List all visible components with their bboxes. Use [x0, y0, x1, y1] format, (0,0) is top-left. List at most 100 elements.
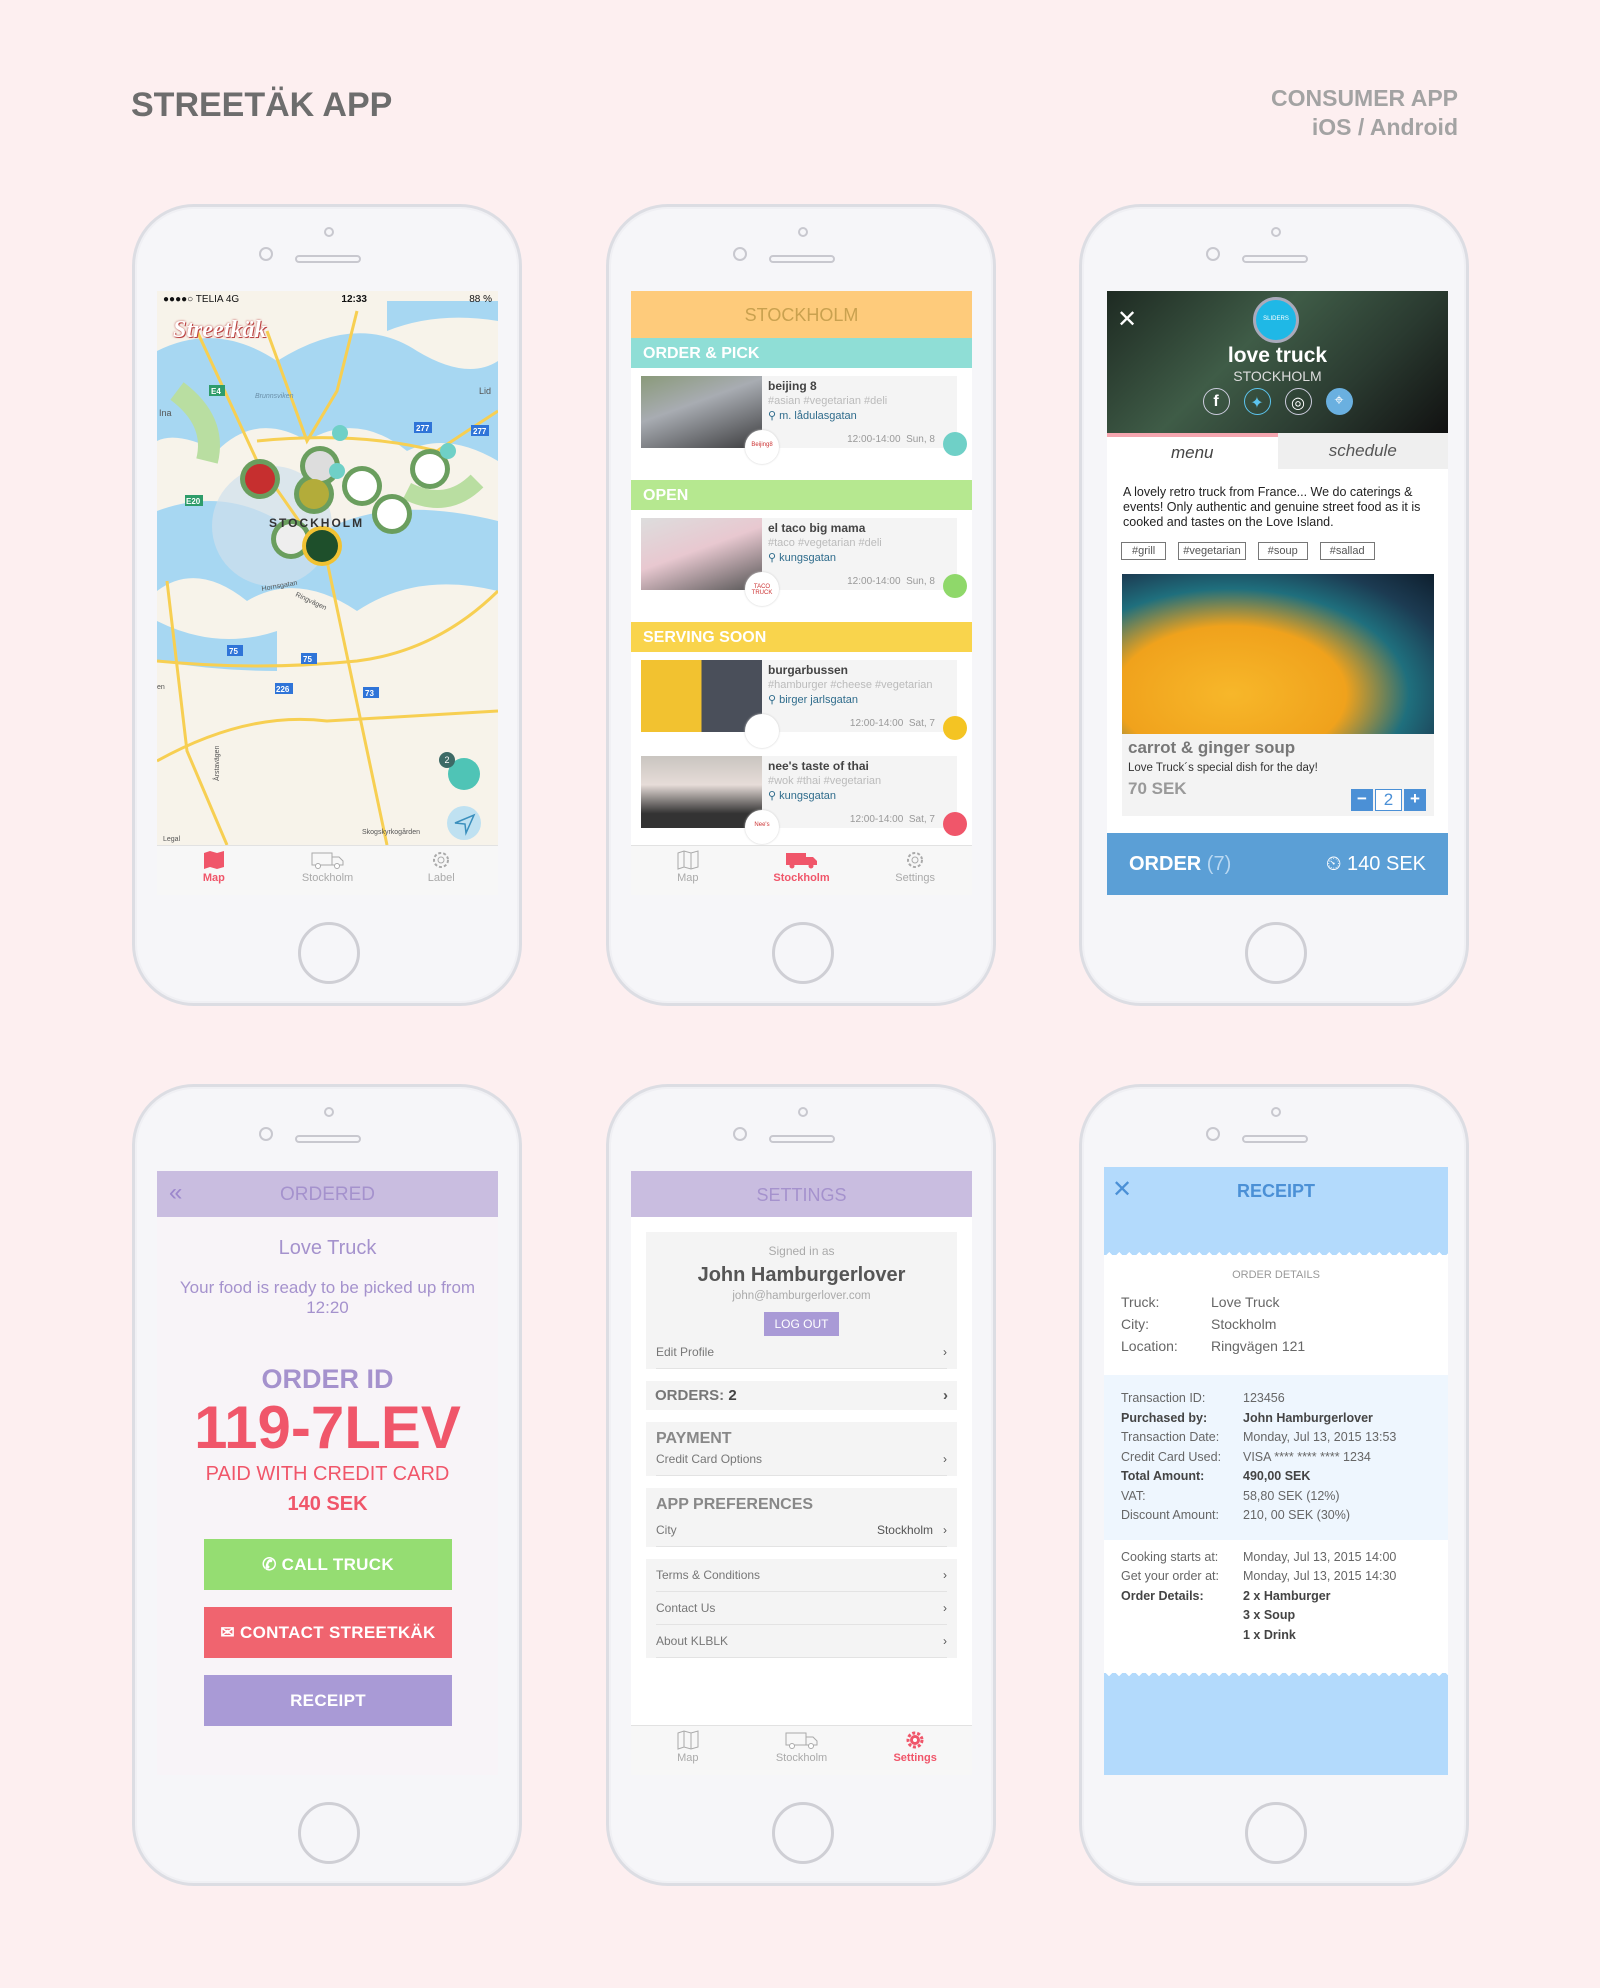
timing-details: Cooking starts at: Monday, Jul 13, 2015 1…: [1104, 1539, 1448, 1673]
tag[interactable]: #grill: [1121, 542, 1167, 560]
terms-row[interactable]: Terms & Conditions ›: [656, 1559, 947, 1592]
quantity-stepper: − 2 +: [1351, 789, 1426, 811]
facebook-icon[interactable]: f: [1202, 388, 1230, 415]
city-row[interactable]: City › Stockholm: [656, 1514, 947, 1547]
receipt-value: 3 x Soup: [1243, 1608, 1296, 1622]
clock-icon: ⏲: [1325, 852, 1342, 875]
city-value: Stockholm: [876, 1523, 933, 1537]
tab-label[interactable]: Label: [384, 846, 498, 895]
tag[interactable]: #vegetarian: [1178, 542, 1246, 560]
instagram-icon[interactable]: ◎: [1284, 388, 1312, 415]
truck-list-item[interactable]: el taco big mama #taco #vegetarian #deli…: [641, 510, 967, 622]
tab-settings[interactable]: Settings: [858, 1726, 972, 1775]
sensor: [324, 1107, 334, 1117]
logout-button[interactable]: LOG OUT: [764, 1312, 839, 1336]
receipt-value: 490,00 SEK: [1243, 1469, 1311, 1483]
header-title: RECEIPT: [1236, 1181, 1315, 1201]
chevron-right-icon: ›: [943, 1387, 948, 1404]
truck-list-item[interactable]: burgarbussen #hamburger #cheese #vegetar…: [641, 652, 967, 748]
receipt-key: [1121, 1626, 1243, 1646]
home-button[interactable]: [298, 1802, 360, 1864]
call-truck-button[interactable]: ✆ CALL TRUCK: [204, 1539, 452, 1590]
receipt-row: VAT: 58,80 SEK (12%): [1121, 1487, 1431, 1507]
back-icon[interactable]: «: [169, 1179, 182, 1207]
twitter-icon[interactable]: ✦: [1243, 388, 1271, 415]
truck-name: burgarbussen: [768, 663, 849, 677]
row-label: About KLBLK: [656, 1634, 729, 1648]
receipt-value: John Hamburgerlover: [1243, 1410, 1373, 1425]
status-indicator: [943, 812, 967, 836]
road-badge: 277: [416, 424, 430, 433]
receipt-value: Love Truck: [1211, 1294, 1280, 1310]
truck-list-item[interactable]: nee's taste of thai #wok #thai #vegetari…: [641, 748, 967, 860]
order-count: (7): [1206, 852, 1232, 875]
order-button[interactable]: ORDER (7) ⏲ 140 SEK: [1107, 833, 1448, 895]
receipt-key: [1121, 1606, 1243, 1626]
sensor: [1271, 227, 1281, 237]
close-icon[interactable]: ✕: [1112, 1175, 1132, 1204]
home-button[interactable]: [298, 922, 360, 984]
quantity-field[interactable]: 2: [1375, 789, 1402, 811]
credit-card-row[interactable]: Credit Card Options ›: [656, 1448, 947, 1476]
tab-stockholm[interactable]: Stockholm: [271, 846, 385, 895]
contact-button[interactable]: ✉ CONTACT STREETKÄK: [204, 1607, 452, 1658]
tab-settings[interactable]: Settings: [858, 846, 972, 895]
truck-hours: 12:00-14:00: [849, 718, 904, 729]
receipt-row: Order Details: 2 x Hamburger: [1121, 1587, 1431, 1607]
dish-description: Love Truck´s special dish for the day!: [1128, 762, 1318, 774]
tab-map[interactable]: Map: [631, 1726, 745, 1775]
speaker: [295, 255, 361, 263]
receipt-row: Discount Amount: 210, 00 SEK (30%): [1121, 1506, 1431, 1526]
truck-city: STOCKHOLM: [1233, 368, 1322, 384]
map[interactable]: 2 Lid Ina Brunnsviken STOCKHOLM Hornsgat…: [157, 291, 498, 845]
receipt-row: Transaction Date: Monday, Jul 13, 2015 13…: [1121, 1428, 1431, 1448]
receipt-screen: ✕ RECEIPT ORDER DETAILS Truck: Love Truck…: [1104, 1167, 1448, 1775]
user-name: John Hamburgerlover: [697, 1264, 906, 1286]
status-indicator: [943, 574, 967, 598]
home-button[interactable]: [1245, 922, 1307, 984]
truck-day: Sat, 7: [908, 718, 935, 729]
tag[interactable]: #sallad: [1319, 542, 1375, 560]
receipt-row: Total Amount: 490,00 SEK: [1121, 1467, 1431, 1487]
truck-logo: Beijing8: [745, 430, 779, 464]
close-icon[interactable]: ✕: [1117, 305, 1137, 334]
increment-button[interactable]: +: [1404, 789, 1426, 811]
contact-row[interactable]: Contact Us ›: [656, 1592, 947, 1625]
truck-location: m. lådulasgatan: [779, 410, 857, 422]
home-button[interactable]: [772, 922, 834, 984]
dish-card: carrot & ginger soup Love Truck´s specia…: [1122, 734, 1434, 816]
decrement-button[interactable]: −: [1351, 789, 1373, 811]
tab-menu[interactable]: menu: [1107, 433, 1278, 469]
receipt-row: Get your order at: Monday, Jul 13, 2015 1…: [1121, 1567, 1431, 1587]
phone-receipt: ✕ RECEIPT ORDER DETAILS Truck: Love Truck…: [1079, 1084, 1469, 1886]
map-pin-icon[interactable]: ⌖: [1325, 388, 1353, 415]
chevron-right-icon: ›: [943, 1634, 947, 1648]
home-button[interactable]: [772, 1802, 834, 1864]
receipt-value: Monday, Jul 13, 2015 14:30: [1243, 1569, 1397, 1583]
tab-stockholm[interactable]: Stockholm: [745, 1726, 859, 1775]
battery: 88 %: [469, 294, 492, 305]
truck-list-item[interactable]: beijing 8 #asian #vegetarian #deli ⚲ m. …: [641, 368, 967, 480]
home-button[interactable]: [1245, 1802, 1307, 1864]
tab-label: Settings: [893, 1752, 937, 1764]
truck-location: birger jarlsgatan: [779, 694, 858, 706]
phone-map: 2 Lid Ina Brunnsviken STOCKHOLM Hornsgat…: [132, 204, 522, 1006]
tab-map[interactable]: Map: [157, 846, 271, 895]
carrier: ●●●●○ TELIA 4G: [163, 294, 240, 305]
tab-map[interactable]: Map: [631, 846, 745, 895]
truck-sections: ORDER & PICK beijing 8 #asian #vegetaria…: [631, 338, 972, 860]
edit-profile-row[interactable]: Edit Profile ›: [656, 1336, 947, 1369]
receipt-button[interactable]: RECEIPT: [204, 1675, 452, 1726]
order-id-label: ORDER ID: [261, 1364, 394, 1394]
receipt-value: 58,80 SEK (12%): [1243, 1488, 1340, 1503]
truck-day: Sat, 7: [908, 814, 935, 825]
tab-stockholm[interactable]: Stockholm: [745, 846, 859, 895]
about-row[interactable]: About KLBLK ›: [656, 1625, 947, 1658]
orders-row[interactable]: ORDERS: 2 ›: [646, 1381, 957, 1410]
tab-schedule[interactable]: schedule: [1277, 433, 1448, 469]
truck-logo: [745, 714, 779, 748]
truck-icon: [785, 853, 817, 869]
truck-day: Sun, 8: [906, 576, 935, 587]
receipt-row: Location: Ringvägen 121: [1121, 1335, 1431, 1357]
tag[interactable]: #soup: [1257, 542, 1308, 560]
